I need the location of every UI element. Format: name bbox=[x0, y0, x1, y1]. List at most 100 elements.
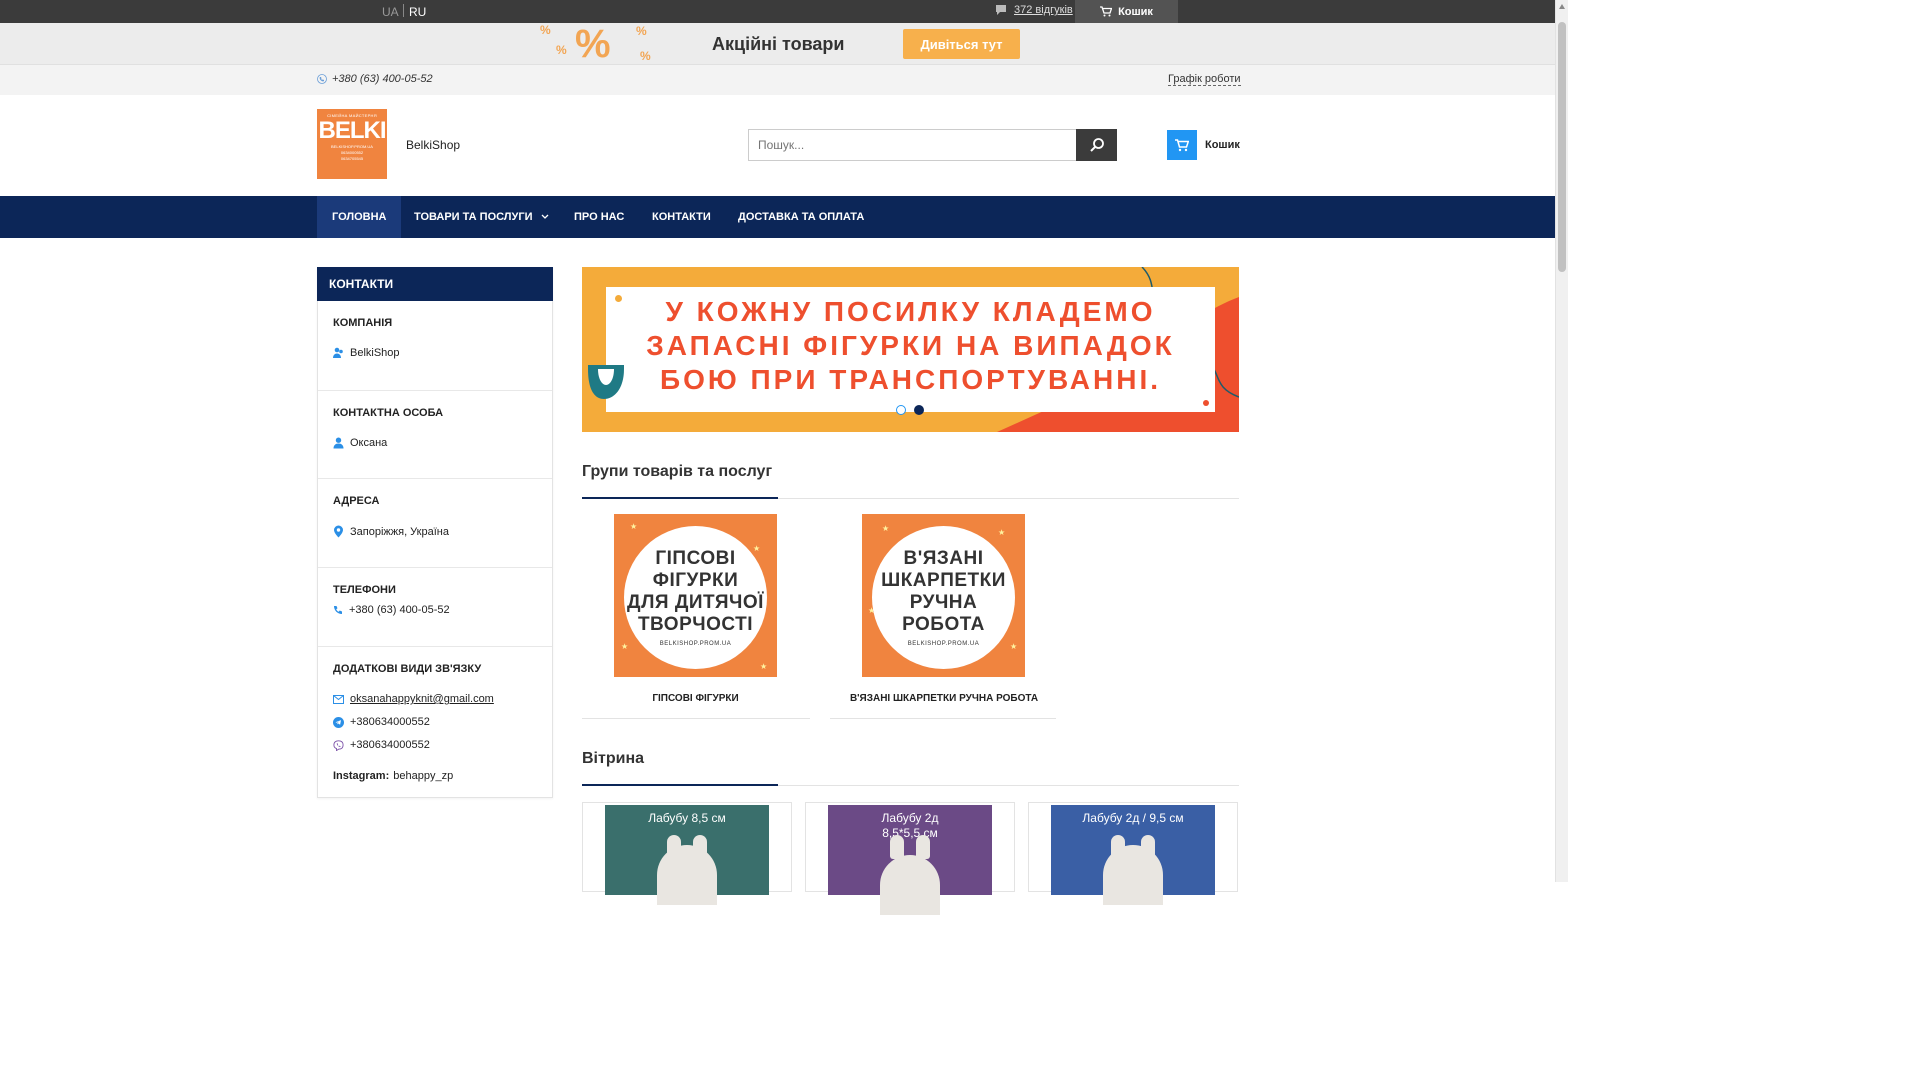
person-name: Оксана bbox=[350, 437, 388, 449]
envelope-icon bbox=[333, 694, 344, 704]
company-name: BelkiShop bbox=[350, 347, 400, 359]
groups-accent bbox=[582, 497, 778, 499]
scrollbar-thumb[interactable] bbox=[1558, 22, 1566, 272]
percent-decor: % bbox=[640, 49, 651, 63]
header-phone[interactable]: +380 (63) 400-05-52 bbox=[317, 73, 433, 85]
reviews-link[interactable]: 372 відгуків bbox=[1014, 4, 1073, 16]
top-bar: UA RU 372 відгуків Кошик bbox=[0, 0, 1555, 23]
header-cart-label[interactable]: Кошик bbox=[1205, 139, 1240, 151]
search-input[interactable] bbox=[748, 129, 1077, 161]
category-badge: В'ЯЗАНІ ШКАРПЕТКИ РУЧНА РОБОТА BELKISHOP… bbox=[872, 526, 1015, 669]
category-image-plaster[interactable]: ★ ★ ★ ★ ГІПСОВІ ФІГУРКИ ДЛЯ ДИТЯЧОЇ ТВОР… bbox=[614, 514, 777, 677]
banner-text: У КОЖНУ ПОСИЛКУ КЛАДЕМО ЗАПАСНІ ФІГУРКИ … bbox=[582, 295, 1239, 397]
nav-home-label: ГОЛОВНА bbox=[332, 211, 387, 223]
slider-dot-1[interactable] bbox=[896, 405, 906, 415]
figure-head bbox=[880, 855, 940, 915]
product-image[interactable]: Лабубу 2д / 9,5 см bbox=[1051, 805, 1215, 905]
promo-button[interactable]: Дивіться тут bbox=[903, 29, 1020, 59]
showcase-accent bbox=[582, 784, 778, 786]
phone-row[interactable]: +380 (63) 400-05-52 bbox=[333, 604, 450, 616]
instagram-label: Instagram: bbox=[333, 770, 390, 782]
product-title-line: 8,5*5,5 см bbox=[882, 826, 938, 840]
email-row[interactable]: oksanahappyknit@gmail.com bbox=[333, 693, 494, 705]
header-cart-button[interactable] bbox=[1167, 130, 1197, 160]
search-button[interactable] bbox=[1076, 129, 1117, 161]
contacts-sidebar: КОНТАКТИ КОМПАНІЯ BelkiShop КОНТАКТНА ОС… bbox=[317, 267, 553, 798]
percent-decor: % bbox=[556, 43, 567, 57]
category-url: BELKISHOP.PROM.UA bbox=[907, 641, 980, 647]
company-section: КОМПАНІЯ BelkiShop bbox=[318, 301, 552, 390]
category-line: ШКАРПЕТКИ bbox=[881, 570, 1006, 591]
percent-icon: % bbox=[575, 22, 611, 66]
banner-slider[interactable]: У КОЖНУ ПОСИЛКУ КЛАДЕМО ЗАПАСНІ ФІГУРКИ … bbox=[582, 267, 1239, 432]
category-line: В'ЯЗАНІ bbox=[903, 548, 984, 569]
site-header: СІМЕЙНА МАЙСТЕРНЯ BELKI BELKISHOP.PROM.U… bbox=[0, 95, 1555, 196]
person-section: КОНТАКТНА ОСОБА Оксана bbox=[318, 390, 552, 478]
telegram-number: +380634000552 bbox=[350, 716, 430, 728]
nav-products[interactable]: ТОВАРИ ТА ПОСЛУГИ bbox=[414, 196, 549, 238]
company-title: КОМПАНІЯ bbox=[333, 317, 393, 329]
cart-icon bbox=[1100, 6, 1113, 17]
page-scrollbar[interactable] bbox=[1555, 0, 1568, 882]
nav-home[interactable]: ГОЛОВНА bbox=[317, 196, 402, 238]
viber-row[interactable]: +380634000552 bbox=[333, 739, 430, 751]
product-card[interactable]: Лабубу 2д 8,5*5,5 см bbox=[805, 802, 1015, 915]
lang-ua-link[interactable]: UA bbox=[382, 5, 399, 19]
email-link[interactable]: oksanahappyknit@gmail.com bbox=[350, 693, 494, 705]
slider-dot-2[interactable] bbox=[914, 405, 924, 415]
percent-decor: % bbox=[540, 23, 551, 37]
category-line: ДЛЯ ДИТЯЧОЇ bbox=[627, 592, 764, 613]
chevron-down-icon bbox=[541, 214, 548, 219]
info-bar: +380 (63) 400-05-52 Графік роботи bbox=[0, 65, 1555, 95]
product-image[interactable]: Лабубу 2д 8,5*5,5 см bbox=[828, 805, 992, 915]
category-label-socks[interactable]: В'ЯЗАНІ ШКАРПЕТКИ РУЧНА РОБОТА bbox=[830, 693, 1058, 704]
nav-about-label: ПРО НАС bbox=[574, 211, 625, 223]
logo-brand: BELKI bbox=[318, 117, 387, 144]
nav-products-label: ТОВАРИ ТА ПОСЛУГИ bbox=[414, 211, 533, 223]
nav-contacts[interactable]: КОНТАКТИ bbox=[652, 196, 711, 238]
instagram-row[interactable]: Instagram: behappy_zp bbox=[333, 770, 453, 782]
product-image[interactable]: Лабубу 8,5 см bbox=[605, 805, 769, 905]
category-line: ФІГУРКИ bbox=[652, 570, 739, 591]
company-icon bbox=[333, 347, 343, 358]
category-divider bbox=[582, 718, 810, 719]
product-title: Лабубу 2д / 9,5 см bbox=[1051, 811, 1215, 826]
figure-head bbox=[657, 845, 717, 905]
viber-number: +380634000552 bbox=[350, 739, 430, 751]
orange-dot-decor bbox=[1203, 400, 1209, 406]
cart-icon bbox=[1175, 138, 1189, 151]
telegram-row[interactable]: +380634000552 bbox=[333, 716, 430, 728]
address-text: Запоріжжя, Україна bbox=[350, 525, 449, 538]
product-title-line: Лабубу 8,5 см bbox=[648, 811, 726, 825]
category-image-socks[interactable]: ★ ★ ★ ★ В'ЯЗАНІ ШКАРПЕТКИ РУЧНА РОБОТА B… bbox=[862, 514, 1025, 677]
promo-banner[interactable]: % % % % % Акційні товари Дивіться тут bbox=[0, 23, 1555, 65]
product-title: Лабубу 2д 8,5*5,5 см bbox=[828, 811, 992, 841]
top-cart-label: Кошик bbox=[1118, 5, 1153, 18]
product-title-line: Лабубу 2д bbox=[881, 811, 939, 825]
scroll-up-arrow-icon[interactable] bbox=[1559, 4, 1565, 9]
percent-decor: % bbox=[636, 24, 647, 38]
nav-delivery-label: ДОСТАВКА ТА ОПЛАТА bbox=[738, 211, 865, 223]
product-card[interactable]: Лабубу 2д / 9,5 см bbox=[1028, 802, 1238, 905]
extra-title: ДОДАТКОВІ ВИДИ ЗВ'ЯЗКУ bbox=[333, 663, 482, 675]
phone-number: +380 (63) 400-05-52 bbox=[349, 604, 450, 616]
top-cart-button[interactable]: Кошик bbox=[1075, 0, 1178, 23]
sidebar-title: КОНТАКТИ bbox=[317, 267, 553, 301]
phones-title: ТЕЛЕФОНИ bbox=[333, 584, 396, 596]
reviews[interactable]: 372 відгуків bbox=[995, 4, 1073, 16]
schedule-link[interactable]: Графік роботи bbox=[1168, 73, 1241, 86]
search-icon bbox=[1089, 138, 1104, 152]
product-card[interactable]: Лабубу 8,5 см bbox=[582, 802, 792, 905]
category-line: ТВОРЧОСТІ bbox=[637, 614, 754, 635]
lang-ru-link[interactable]: RU bbox=[409, 5, 426, 19]
category-label-plaster[interactable]: ГІПСОВІ ФІГУРКИ bbox=[614, 693, 777, 704]
viber-icon bbox=[333, 739, 344, 751]
instagram-handle: behappy_zp bbox=[393, 770, 454, 782]
nav-delivery[interactable]: ДОСТАВКА ТА ОПЛАТА bbox=[738, 196, 864, 238]
banner-line-1: У КОЖНУ ПОСИЛКУ КЛАДЕМО bbox=[665, 296, 1156, 327]
shop-logo[interactable]: СІМЕЙНА МАЙСТЕРНЯ BELKI BELKISHOP.PROM.U… bbox=[317, 109, 387, 179]
person-row: Оксана bbox=[333, 437, 387, 449]
nav-about[interactable]: ПРО НАС bbox=[574, 196, 624, 238]
location-pin-icon bbox=[334, 525, 343, 538]
user-icon bbox=[333, 437, 344, 449]
